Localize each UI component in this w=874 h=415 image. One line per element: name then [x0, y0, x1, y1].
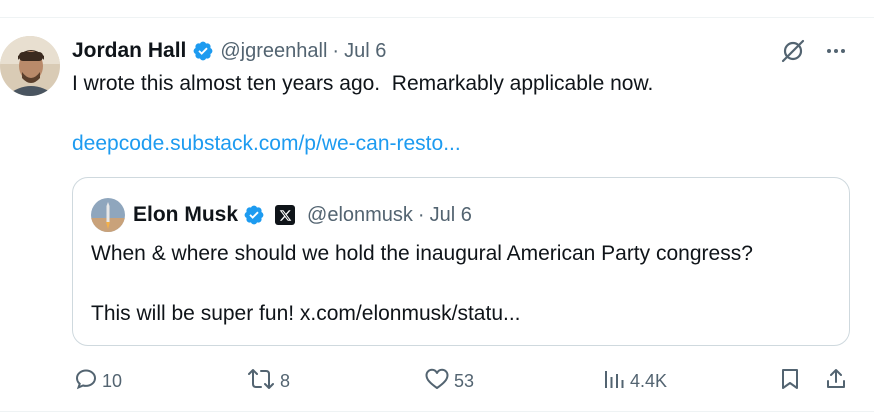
quoted-tweet[interactable]: Elon Musk @elonmusk · Jul 6 When & where…	[72, 177, 850, 346]
like-button[interactable]: 53	[424, 366, 474, 396]
views-button[interactable]: 4.4K	[602, 366, 667, 396]
separator-dot: ·	[332, 39, 340, 62]
quote-author-name[interactable]: Elon Musk	[133, 203, 238, 227]
author-avatar[interactable]	[0, 36, 60, 96]
analytics-icon	[602, 367, 626, 396]
like-count: 53	[454, 370, 475, 391]
repost-button[interactable]: 8	[246, 366, 290, 396]
tweet-header: Jordan Hall @jgreenhall · Jul 6	[72, 38, 386, 64]
quote-header: Elon Musk @elonmusk · Jul 6	[91, 198, 472, 232]
author-handle[interactable]: @jgreenhall	[220, 40, 327, 63]
quote-author-handle[interactable]: @elonmusk	[307, 204, 413, 227]
tweet-text: I wrote this almost ten years ago. Remar…	[72, 72, 654, 95]
quote-text-line-1: When & where should we hold the inaugura…	[91, 242, 753, 265]
top-divider	[0, 17, 874, 18]
quote-author-avatar[interactable]	[91, 198, 125, 232]
tweet-date[interactable]: Jul 6	[344, 40, 386, 63]
repost-icon	[246, 367, 276, 396]
bookmark-button[interactable]	[778, 366, 802, 396]
share-button[interactable]	[824, 366, 848, 396]
header-actions	[780, 38, 848, 64]
tweet-link[interactable]: deepcode.substack.com/p/we-can-resto...	[72, 131, 461, 157]
bookmark-icon	[778, 367, 802, 396]
reply-icon	[74, 367, 98, 396]
author-name[interactable]: Jordan Hall	[72, 39, 186, 63]
quote-text-line-2: This will be super fun! x.com/elonmusk/s…	[91, 302, 521, 325]
repost-count: 8	[280, 370, 291, 391]
quote-verified-badge-icon[interactable]	[243, 204, 265, 226]
reply-button[interactable]: 10	[74, 366, 122, 396]
tweet-actions: 10 8 53 4.4K	[72, 366, 862, 396]
more-options-icon[interactable]	[824, 39, 848, 63]
reply-count: 10	[102, 370, 123, 391]
x-logo-icon[interactable]	[275, 205, 296, 225]
heart-icon	[424, 367, 450, 396]
bottom-divider	[0, 411, 874, 412]
share-icon	[824, 367, 848, 396]
quote-separator-dot: ·	[417, 203, 425, 226]
verified-badge-icon[interactable]	[192, 40, 214, 62]
quote-date[interactable]: Jul 6	[430, 204, 472, 227]
grok-icon[interactable]	[780, 38, 806, 64]
views-count: 4.4K	[630, 370, 668, 391]
